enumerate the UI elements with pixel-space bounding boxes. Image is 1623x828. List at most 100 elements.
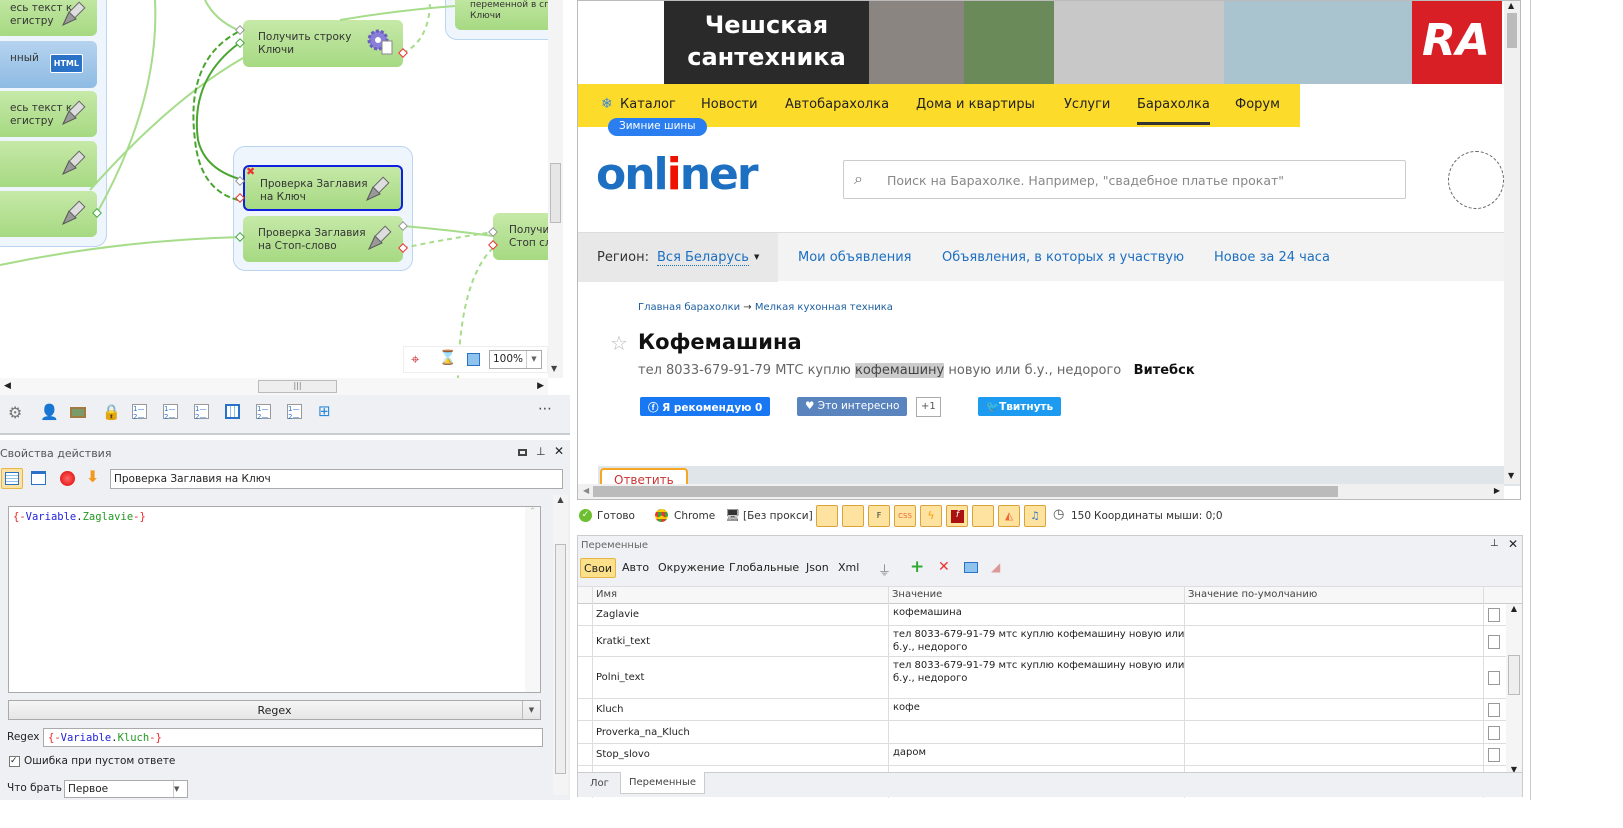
board-icon[interactable] bbox=[70, 407, 86, 418]
gear-icon[interactable]: ⚙ bbox=[8, 403, 22, 422]
copy-icon[interactable] bbox=[1488, 703, 1500, 717]
pin-icon[interactable]: ⊥ bbox=[536, 445, 546, 458]
tab-json[interactable]: Json bbox=[803, 558, 832, 578]
action-name-input[interactable]: Проверка Заглавия на Ключ bbox=[110, 469, 563, 489]
canvas-hscrollbar[interactable]: ◀ ||| ▶ bbox=[0, 378, 548, 395]
table-row[interactable]: Kluch кофе bbox=[578, 699, 1506, 721]
image-icon[interactable] bbox=[816, 505, 838, 527]
properties-scrollbar[interactable]: ▲ bbox=[553, 495, 568, 795]
mode-select[interactable]: Regex ▼ bbox=[8, 700, 541, 720]
tab-log[interactable]: Лог bbox=[590, 778, 609, 789]
breadcrumb-category[interactable]: Мелкая кухонная техника bbox=[755, 302, 893, 313]
hourglass-icon[interactable]: ⌛ bbox=[439, 350, 456, 366]
music-icon[interactable]: ♫ bbox=[1024, 505, 1046, 527]
column-header-name[interactable]: Имя bbox=[596, 589, 617, 600]
nav-forum[interactable]: Форум bbox=[1235, 97, 1280, 112]
window-icon[interactable] bbox=[842, 505, 864, 527]
link-my-ads[interactable]: Мои объявления bbox=[798, 250, 911, 265]
tab-variables[interactable]: Переменные bbox=[620, 772, 705, 794]
more-icon[interactable]: ⋯ bbox=[538, 401, 552, 417]
user-icon[interactable]: 👤 bbox=[40, 403, 59, 421]
column-header-value[interactable]: Значение bbox=[892, 589, 942, 600]
window-icon[interactable] bbox=[467, 353, 480, 366]
status-browser[interactable]: Chrome bbox=[674, 510, 715, 522]
textarea-scrollbar[interactable]: ⌃ bbox=[525, 507, 540, 692]
table-icon[interactable] bbox=[225, 404, 240, 419]
nav-catalog[interactable]: Каталог bbox=[620, 97, 676, 112]
avatar[interactable] bbox=[1448, 151, 1504, 209]
copy-icon[interactable] bbox=[1488, 748, 1500, 762]
list-icon[interactable]: 1— 2— bbox=[163, 404, 178, 421]
breadcrumb-home[interactable]: Главная барахолки bbox=[638, 302, 740, 313]
megaphone-icon[interactable]: ◭ bbox=[998, 505, 1020, 527]
nav-baraholka[interactable]: Барахолка bbox=[1137, 97, 1210, 125]
list-icon[interactable]: 1— 2— bbox=[194, 404, 209, 421]
table-row[interactable]: Stop_slovo даром bbox=[578, 744, 1506, 766]
link-new-24h[interactable]: Новое за 24 часа bbox=[1214, 250, 1330, 265]
browser-vscrollbar[interactable]: ▲ ▼ bbox=[1504, 1, 1520, 484]
monitor-icon[interactable] bbox=[972, 505, 994, 527]
star-icon[interactable]: ☆ bbox=[610, 331, 628, 355]
input-text-area[interactable]: {-Variable.Zaglavie-} ⌃ bbox=[8, 506, 541, 693]
ad-banner[interactable]: Чешская сантехника RA bbox=[664, 1, 1502, 84]
list-icon[interactable]: 1— 2— bbox=[287, 404, 302, 421]
nav-services[interactable]: Услуги bbox=[1064, 97, 1110, 112]
tab-own[interactable]: Свои bbox=[580, 558, 617, 578]
search-input[interactable]: ⌕ Поиск на Барахолке. Например, "свадебн… bbox=[843, 160, 1406, 199]
regex-input[interactable]: {-Variable.Kluch-} bbox=[43, 728, 543, 747]
crosshair-icon[interactable]: ⌖ bbox=[411, 350, 419, 368]
arrow-down-icon[interactable]: ⬇ bbox=[86, 467, 99, 486]
nav-news[interactable]: Новости bbox=[701, 97, 758, 112]
onliner-logo[interactable]: onliner bbox=[596, 149, 759, 200]
browser-hscrollbar[interactable]: ◀ ▶ bbox=[578, 484, 1504, 499]
tree-icon[interactable]: ⊞ bbox=[318, 402, 331, 420]
stop-icon[interactable] bbox=[60, 471, 75, 486]
copy-icon[interactable] bbox=[1488, 634, 1500, 649]
properties-view-button[interactable] bbox=[1, 468, 23, 489]
table-row[interactable]: Zaglavie кофемашина bbox=[578, 604, 1506, 626]
tweet-button[interactable]: 🐦Твитнуть bbox=[978, 397, 1062, 416]
project-canvas[interactable]: есь текст к егистру нный HTML есь текст … bbox=[0, 0, 548, 378]
delete-icon[interactable]: ✕ bbox=[938, 559, 950, 575]
close-icon[interactable]: ✕ bbox=[554, 444, 564, 458]
zoom-select[interactable]: 100% ▼ bbox=[489, 350, 542, 369]
tab-auto[interactable]: Авто bbox=[619, 558, 652, 578]
list-icon[interactable]: 1— 2— bbox=[132, 404, 147, 421]
css-icon[interactable]: CSS bbox=[894, 505, 916, 527]
column-header-default[interactable]: Значение по-умолчанию bbox=[1188, 589, 1317, 600]
copy-icon[interactable] bbox=[1488, 671, 1500, 685]
facebook-recommend-button[interactable]: ⓕ Я рекомендую 0 bbox=[640, 397, 771, 416]
interesting-button[interactable]: ♥ Это интересно bbox=[797, 397, 908, 416]
region-select[interactable]: Вся Беларусь bbox=[657, 250, 749, 266]
nav-auto[interactable]: Автобарахолка bbox=[785, 97, 889, 112]
close-icon[interactable]: ✕ bbox=[1508, 537, 1518, 551]
take-select[interactable]: Первое ▼ bbox=[64, 780, 188, 798]
error-empty-checkbox[interactable]: ✓ bbox=[9, 756, 20, 767]
maximize-icon[interactable] bbox=[518, 449, 527, 456]
link-participating[interactable]: Объявления, в которых я участвую bbox=[942, 250, 1184, 265]
table-row[interactable]: Polni_text тел 8033-679-91-79 мтс куплю … bbox=[578, 657, 1506, 699]
table-row[interactable]: Proverka_na_Kluch bbox=[578, 721, 1506, 744]
tab-global[interactable]: Глобальные bbox=[726, 558, 802, 578]
lock-icon[interactable]: 🔒 bbox=[102, 403, 121, 421]
eraser-icon[interactable]: ◢ bbox=[991, 560, 1000, 574]
list-icon[interactable]: 1— 2— bbox=[256, 404, 271, 421]
window-lightning-icon[interactable] bbox=[31, 471, 46, 485]
copy-icon[interactable] bbox=[1488, 608, 1500, 622]
tab-environment[interactable]: Окружение bbox=[655, 558, 728, 578]
flash-icon[interactable]: f bbox=[946, 505, 968, 527]
frame-icon[interactable]: F bbox=[868, 505, 890, 527]
add-icon[interactable]: + bbox=[910, 557, 924, 577]
rename-icon[interactable] bbox=[964, 562, 978, 573]
filter-icon[interactable]: ⏚ bbox=[878, 560, 891, 579]
lightning-icon[interactable]: ϟ bbox=[920, 505, 942, 527]
status-proxy[interactable]: [Без прокси] bbox=[743, 510, 813, 522]
tab-xml[interactable]: Xml bbox=[835, 558, 862, 578]
nav-realty[interactable]: Дома и квартиры bbox=[916, 97, 1035, 112]
pin-icon[interactable]: ⊥ bbox=[1490, 538, 1499, 549]
copy-icon[interactable] bbox=[1488, 725, 1500, 740]
tag-winter-tires[interactable]: Зимние шины bbox=[608, 118, 707, 136]
table-row[interactable]: Kratki_text тел 8033-679-91-79 мтс куплю… bbox=[578, 626, 1506, 657]
variables-scrollbar[interactable]: ▲ ▼ bbox=[1506, 604, 1522, 774]
canvas-vscrollbar[interactable]: ▼ bbox=[548, 0, 563, 378]
